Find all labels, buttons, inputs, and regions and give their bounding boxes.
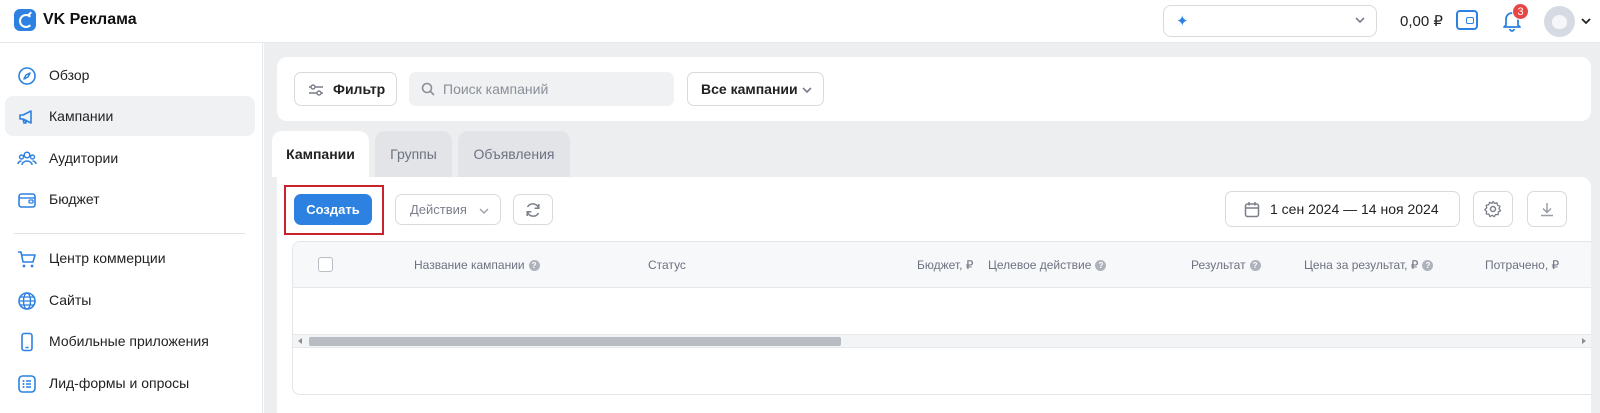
cart-icon	[18, 251, 36, 268]
refresh-button[interactable]	[513, 194, 553, 225]
chevron-down-icon	[1355, 17, 1365, 24]
date-range-label: 1 сен 2024 — 14 ноя 2024	[1270, 201, 1439, 217]
refresh-icon	[526, 202, 540, 217]
notification-badge: 3	[1512, 3, 1529, 20]
download-button[interactable]	[1527, 191, 1567, 227]
tab-label: Группы	[390, 146, 437, 162]
select-all-checkbox[interactable]	[318, 257, 333, 272]
column-label: Название кампании	[414, 258, 525, 272]
sidebar-item-label: Мобильные приложения	[49, 333, 209, 349]
filter-button[interactable]: Фильтр	[294, 72, 397, 106]
tab-ads[interactable]: Объявления	[458, 131, 570, 177]
sidebar-item-budget[interactable]: Бюджет	[5, 179, 255, 219]
app-title: VK Реклама	[43, 11, 137, 28]
column-result[interactable]: Результат?	[1191, 258, 1261, 272]
scroll-right-arrow-icon[interactable]	[1582, 338, 1586, 344]
calendar-icon	[1244, 202, 1260, 218]
sidebar: Обзор Кампании Аудитории Бюджет Центр ко…	[0, 43, 263, 413]
column-budget[interactable]: Бюджет, ₽	[917, 258, 973, 272]
sparkle-icon: ✦	[1176, 13, 1189, 30]
help-icon[interactable]: ?	[1249, 259, 1261, 271]
chevron-down-icon	[802, 87, 812, 94]
megaphone-icon	[19, 110, 32, 124]
sidebar-item-label: Сайты	[49, 292, 92, 308]
column-target-action[interactable]: Целевое действие?	[988, 258, 1107, 272]
column-label: Бюджет, ₽	[917, 258, 974, 272]
list-icon	[18, 375, 36, 393]
sidebar-item-audiences[interactable]: Аудитории	[5, 138, 255, 178]
app-logo[interactable]: VK Реклама	[14, 9, 137, 31]
gear-icon	[1484, 200, 1502, 218]
date-range-picker[interactable]: 1 сен 2024 — 14 ноя 2024	[1225, 191, 1460, 227]
sidebar-item-label: Бюджет	[49, 191, 100, 207]
scroll-left-arrow-icon[interactable]	[298, 338, 302, 344]
column-label: Цена за результат, ₽	[1304, 258, 1419, 272]
chevron-down-icon[interactable]	[1580, 16, 1592, 26]
sidebar-divider	[14, 233, 245, 234]
actions-dropdown[interactable]: Действия	[395, 194, 501, 225]
create-button[interactable]: Создать	[294, 194, 372, 225]
phone-icon	[21, 332, 33, 352]
sidebar-item-lead-forms[interactable]: Лид-формы и опросы	[5, 363, 255, 403]
wallet-icon	[18, 193, 36, 208]
tab-label: Кампании	[286, 146, 355, 162]
filter-button-label: Фильтр	[333, 81, 386, 97]
search-input[interactable]: Поиск кампаний	[409, 72, 674, 106]
user-avatar[interactable]	[1544, 6, 1575, 37]
sidebar-item-label: Центр коммерции	[49, 250, 166, 266]
campaigns-table: Название кампании? Статус Бюджет, ₽ Целе…	[292, 241, 1591, 395]
column-cost-per-result[interactable]: Цена за результат, ₽?	[1304, 258, 1434, 272]
sidebar-item-overview[interactable]: Обзор	[5, 55, 255, 95]
account-select[interactable]: ✦	[1163, 5, 1377, 37]
main-content: Фильтр Поиск кампаний Все кампании Кампа…	[264, 43, 1600, 413]
wallet-icon[interactable]	[1456, 10, 1478, 30]
column-label: Целевое действие	[988, 258, 1092, 272]
vk-ads-logo-icon	[14, 9, 36, 31]
sidebar-item-label: Аудитории	[49, 150, 119, 166]
horizontal-scrollbar[interactable]	[293, 334, 1591, 348]
sidebar-item-commerce-center[interactable]: Центр коммерции	[5, 238, 255, 278]
sliders-icon	[309, 84, 323, 96]
settings-button[interactable]	[1473, 191, 1513, 227]
column-label: Потрачено, ₽	[1485, 258, 1560, 272]
actions-label: Действия	[410, 202, 467, 217]
column-campaign-name[interactable]: Название кампании?	[414, 258, 540, 272]
tab-campaigns[interactable]: Кампании	[272, 131, 369, 177]
search-placeholder: Поиск кампаний	[443, 81, 549, 97]
campaign-scope-select[interactable]: Все кампании	[687, 72, 824, 106]
sidebar-item-label: Лид-формы и опросы	[49, 375, 190, 391]
tab-label: Объявления	[473, 146, 555, 162]
compass-icon	[18, 67, 36, 85]
column-label: Результат	[1191, 258, 1246, 272]
help-icon[interactable]: ?	[528, 259, 540, 271]
tab-groups[interactable]: Группы	[375, 131, 452, 177]
top-bar: VK Реклама ✦ 0,00 ₽ 3	[0, 0, 1600, 43]
column-status[interactable]: Статус	[648, 258, 686, 272]
column-spent[interactable]: Потрачено, ₽	[1485, 258, 1559, 272]
filter-panel: Фильтр Поиск кампаний Все кампании	[277, 57, 1591, 121]
sidebar-item-sites[interactable]: Сайты	[5, 280, 255, 320]
sidebar-item-campaigns[interactable]: Кампании	[5, 96, 255, 136]
sidebar-item-mobile-apps[interactable]: Мобильные приложения	[5, 321, 255, 361]
help-icon[interactable]: ?	[1095, 259, 1107, 271]
help-icon[interactable]: ?	[1422, 259, 1434, 271]
balance-amount[interactable]: 0,00 ₽	[1400, 12, 1443, 30]
campaigns-panel: Создать Действия 1 сен 2024 — 14 ноя 202…	[277, 177, 1591, 413]
chevron-down-icon	[479, 208, 489, 215]
sidebar-item-label: Кампании	[49, 108, 114, 124]
sidebar-item-label: Обзор	[49, 67, 90, 83]
table-header: Название кампании? Статус Бюджет, ₽ Целе…	[293, 242, 1591, 288]
scrollbar-thumb[interactable]	[309, 337, 841, 346]
globe-icon	[18, 292, 36, 310]
column-label: Статус	[648, 258, 686, 272]
users-icon	[17, 151, 37, 166]
campaign-scope-label: Все кампании	[701, 81, 798, 97]
search-icon	[421, 82, 435, 96]
download-icon	[1541, 203, 1553, 217]
